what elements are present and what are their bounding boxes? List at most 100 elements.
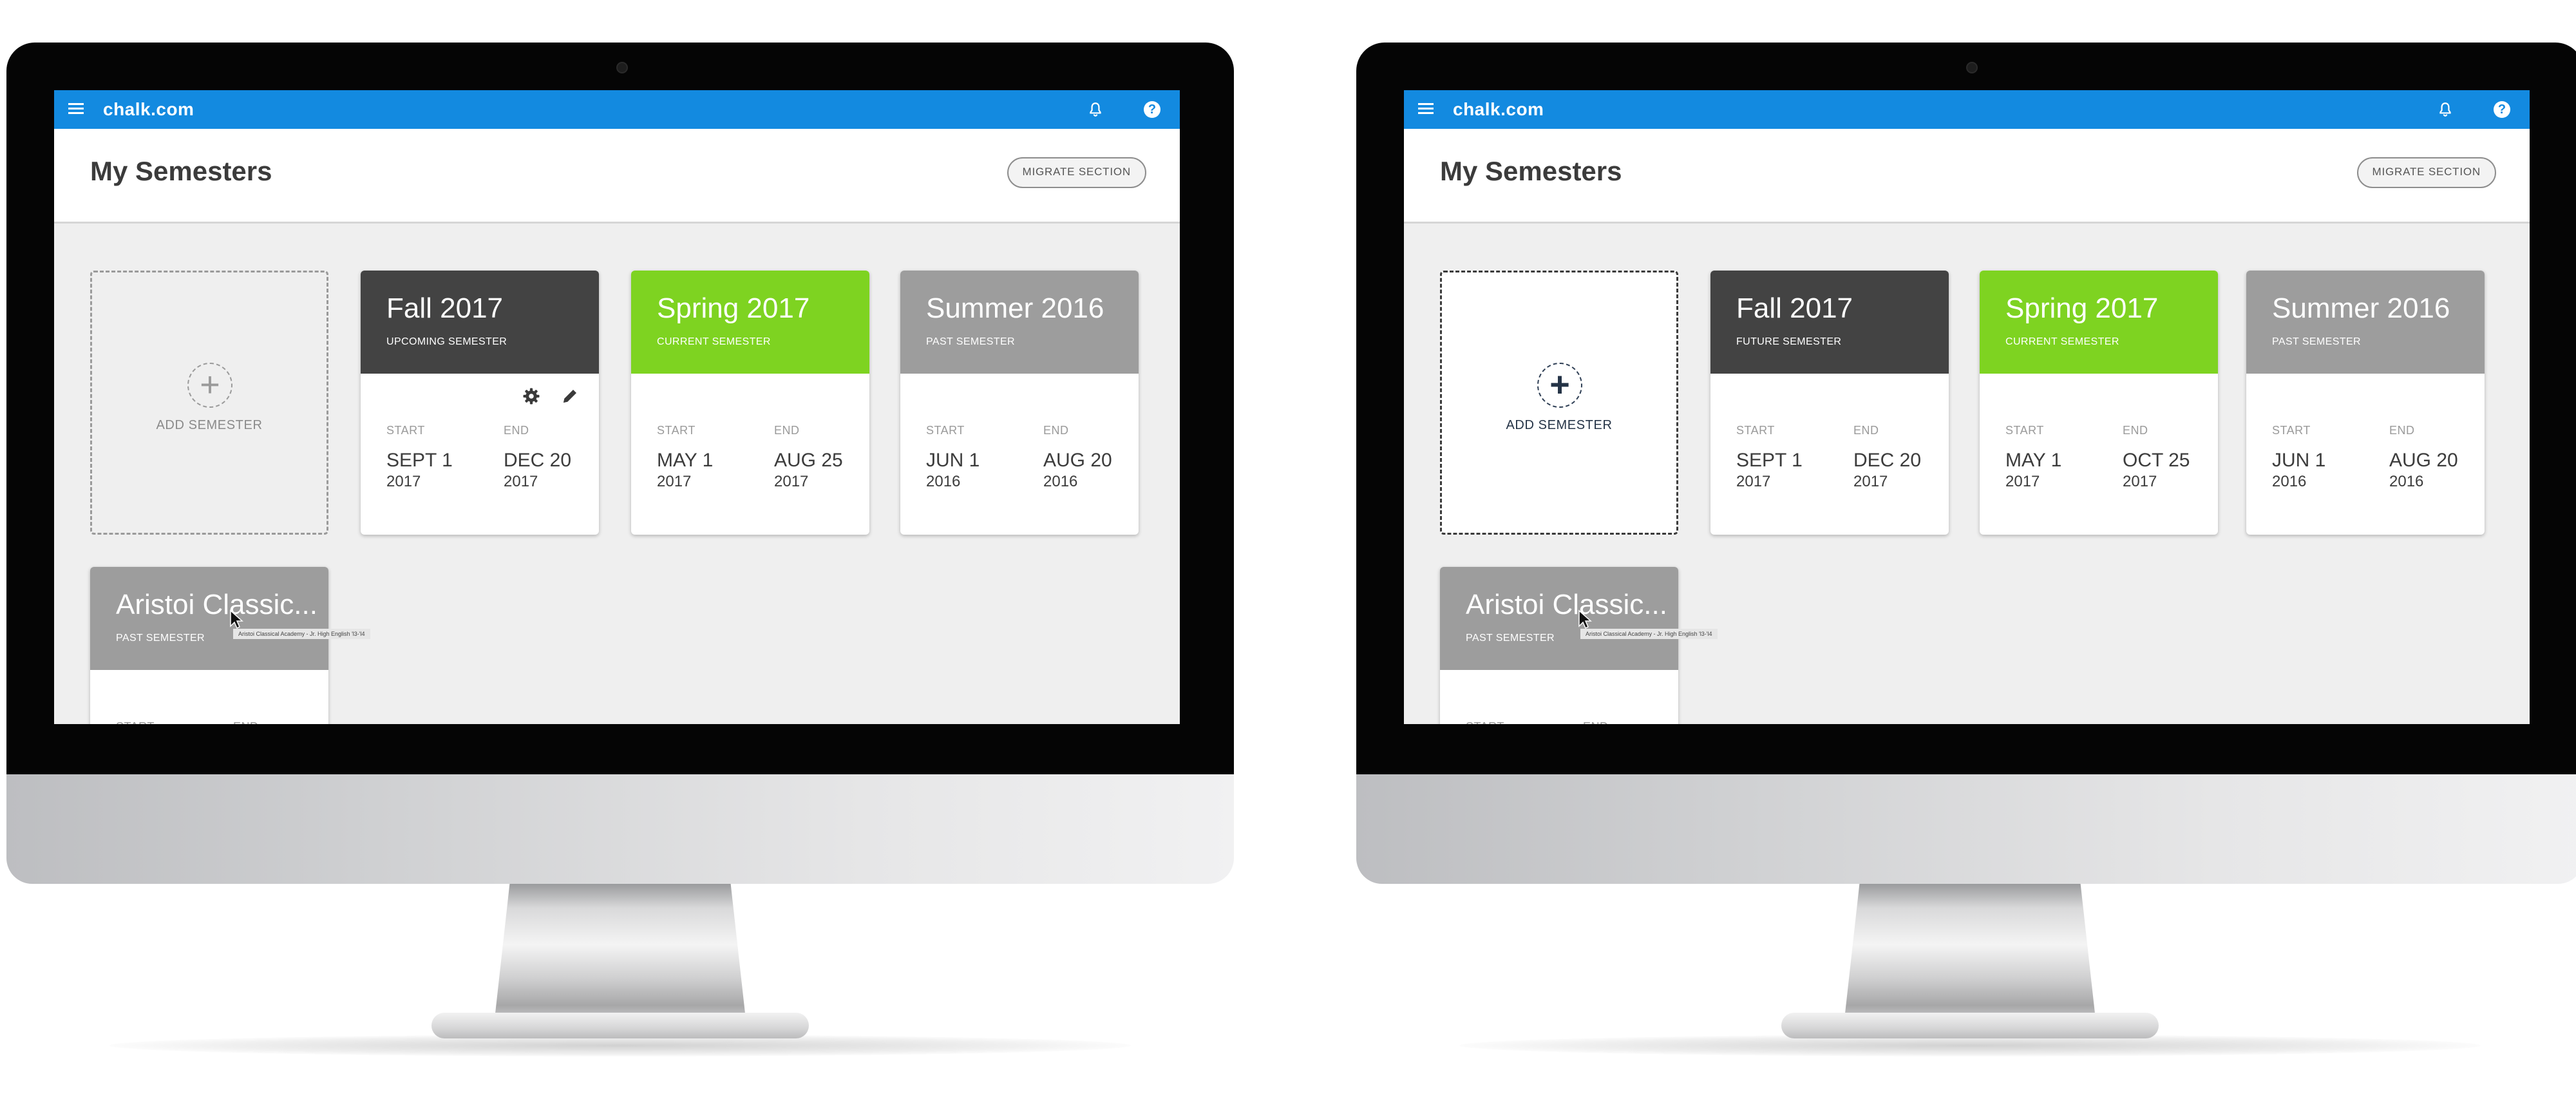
- start-year: 2017: [1736, 473, 1771, 490]
- start-year: 2017: [2005, 473, 2040, 490]
- semester-name: Summer 2016: [926, 292, 1104, 324]
- end-date: AUG 20: [1043, 450, 1112, 471]
- add-semester-card[interactable]: + ADD SEMESTER: [90, 271, 328, 535]
- semester-status: PAST SEMESTER: [926, 336, 1015, 347]
- brand-logo[interactable]: chalk.com: [1453, 99, 1544, 120]
- semester-card[interactable]: Summer 2016 PAST SEMESTER START END JUN …: [2246, 271, 2485, 535]
- help-icon[interactable]: ?: [1144, 101, 1160, 118]
- monitor-stand: [495, 884, 746, 1019]
- end-year: 2017: [1853, 473, 1888, 490]
- gear-icon[interactable]: [522, 387, 541, 406]
- semester-card[interactable]: Spring 2017 CURRENT SEMESTER START END M…: [1980, 271, 2218, 535]
- start-date: SEPT 1: [386, 450, 453, 471]
- camera-icon: [616, 62, 628, 73]
- semester-status: UPCOMING SEMESTER: [386, 336, 507, 347]
- start-year: 2016: [2272, 473, 2307, 490]
- bell-icon[interactable]: [2437, 100, 2454, 119]
- semester-status: FUTURE SEMESTER: [1736, 336, 1842, 347]
- end-year: 2016: [1043, 473, 1078, 490]
- start-date: SEPT 1: [1736, 450, 1803, 471]
- migrate-section-button[interactable]: MIGRATE SECTION: [2356, 157, 2496, 188]
- monitor-stand-base: [1781, 1013, 2159, 1038]
- menu-icon[interactable]: [68, 103, 84, 115]
- end-year: 2016: [2389, 473, 2424, 490]
- start-label: START: [926, 424, 965, 437]
- plus-icon: +: [1537, 363, 1582, 408]
- semester-status: PAST SEMESTER: [116, 633, 205, 644]
- top-bar: chalk.com ?: [54, 90, 1180, 129]
- card-header: Summer 2016 PAST SEMESTER: [900, 271, 1139, 374]
- semester-status: CURRENT SEMESTER: [657, 336, 771, 347]
- start-label: START: [1466, 720, 1504, 724]
- cursor-icon: [1578, 609, 1592, 629]
- monitor-stand: [1844, 884, 2096, 1019]
- start-date: MAY 1: [657, 450, 714, 471]
- semester-name: Fall 2017: [1736, 292, 1853, 324]
- top-bar: chalk.com ?: [1404, 90, 2530, 129]
- page-header: My Semesters MIGRATE SECTION: [1404, 129, 2530, 224]
- migrate-section-button[interactable]: MIGRATE SECTION: [1007, 157, 1146, 188]
- start-label: START: [116, 720, 155, 724]
- start-date: MAY 1: [2005, 450, 2062, 471]
- start-year: 2017: [657, 473, 692, 490]
- semester-card[interactable]: Summer 2016 PAST SEMESTER START END JUN …: [900, 271, 1139, 535]
- end-label: END: [1853, 424, 1879, 437]
- start-label: START: [657, 424, 696, 437]
- semester-name: Spring 2017: [657, 292, 810, 324]
- end-label: END: [1043, 424, 1069, 437]
- add-semester-label: ADD SEMESTER: [156, 418, 263, 432]
- end-label: END: [2389, 424, 2415, 437]
- end-date: OCT 25: [2123, 450, 2190, 471]
- brand-logo[interactable]: chalk.com: [103, 99, 194, 120]
- help-icon[interactable]: ?: [2494, 101, 2510, 118]
- end-label: END: [2123, 424, 2148, 437]
- cursor-icon: [230, 609, 243, 629]
- semester-name: Summer 2016: [2272, 292, 2450, 324]
- card-header: Fall 2017 UPCOMING SEMESTER: [361, 271, 599, 374]
- end-date: DEC 20: [1853, 450, 1922, 471]
- pencil-icon[interactable]: [560, 387, 580, 406]
- menu-icon[interactable]: [1418, 103, 1434, 115]
- start-label: START: [2005, 424, 2044, 437]
- camera-icon: [1966, 62, 1978, 73]
- bell-icon[interactable]: [1087, 100, 1104, 119]
- add-semester-label: ADD SEMESTER: [1506, 418, 1613, 432]
- end-date: AUG 25: [774, 450, 843, 471]
- monitor-stand-base: [431, 1013, 809, 1038]
- start-year: 2017: [386, 473, 421, 490]
- start-label: START: [2272, 424, 2311, 437]
- card-header: Aristoi Classic... PAST SEMESTER: [1440, 567, 1678, 670]
- end-label: END: [504, 424, 529, 437]
- semester-name: Aristoi Classic...: [116, 589, 317, 620]
- plus-icon: +: [187, 363, 232, 408]
- end-year: 2017: [2123, 473, 2157, 490]
- semester-name: Fall 2017: [386, 292, 504, 324]
- end-year: 2017: [504, 473, 538, 490]
- card-header: Aristoi Classic... PAST SEMESTER: [90, 567, 328, 670]
- start-date: JUN 1: [926, 450, 980, 471]
- tooltip: Aristoi Classical Academy - Jr. High Eng…: [233, 629, 370, 639]
- semester-card[interactable]: Fall 2017 FUTURE SEMESTER START END SEPT…: [1710, 271, 1949, 535]
- start-label: START: [1736, 424, 1775, 437]
- semester-name: Spring 2017: [2005, 292, 2159, 324]
- add-semester-card[interactable]: + ADD SEMESTER: [1440, 271, 1678, 535]
- start-label: START: [386, 424, 425, 437]
- monitor-right: chalk.com ? My Semesters MIGRATE SECTION…: [1356, 43, 2576, 1056]
- semester-card[interactable]: Fall 2017 UPCOMING SEMESTER START END SE…: [361, 271, 599, 535]
- app-screen: chalk.com ? My Semesters MIGRATE SECTION…: [1404, 90, 2530, 724]
- semester-card[interactable]: Spring 2017 CURRENT SEMESTER START END M…: [631, 271, 869, 535]
- semester-card[interactable]: Aristoi Classic... PAST SEMESTER START E…: [90, 567, 328, 724]
- card-header: Spring 2017 CURRENT SEMESTER: [631, 271, 869, 374]
- tooltip: Aristoi Classical Academy - Jr. High Eng…: [1580, 629, 1718, 639]
- monitor-chin: [6, 774, 1234, 884]
- semester-status: CURRENT SEMESTER: [2005, 336, 2119, 347]
- monitor-left: chalk.com ? My Semesters MIGRATE SECTION…: [6, 43, 1234, 1056]
- card-header: Fall 2017 FUTURE SEMESTER: [1710, 271, 1949, 374]
- card-header: Spring 2017 CURRENT SEMESTER: [1980, 271, 2218, 374]
- start-year: 2016: [926, 473, 961, 490]
- semester-card[interactable]: Aristoi Classic... PAST SEMESTER START E…: [1440, 567, 1678, 724]
- semester-status: PAST SEMESTER: [2272, 336, 2361, 347]
- semester-name: Aristoi Classic...: [1466, 589, 1667, 620]
- end-label: END: [233, 720, 259, 724]
- monitor-chin: [1356, 774, 2576, 884]
